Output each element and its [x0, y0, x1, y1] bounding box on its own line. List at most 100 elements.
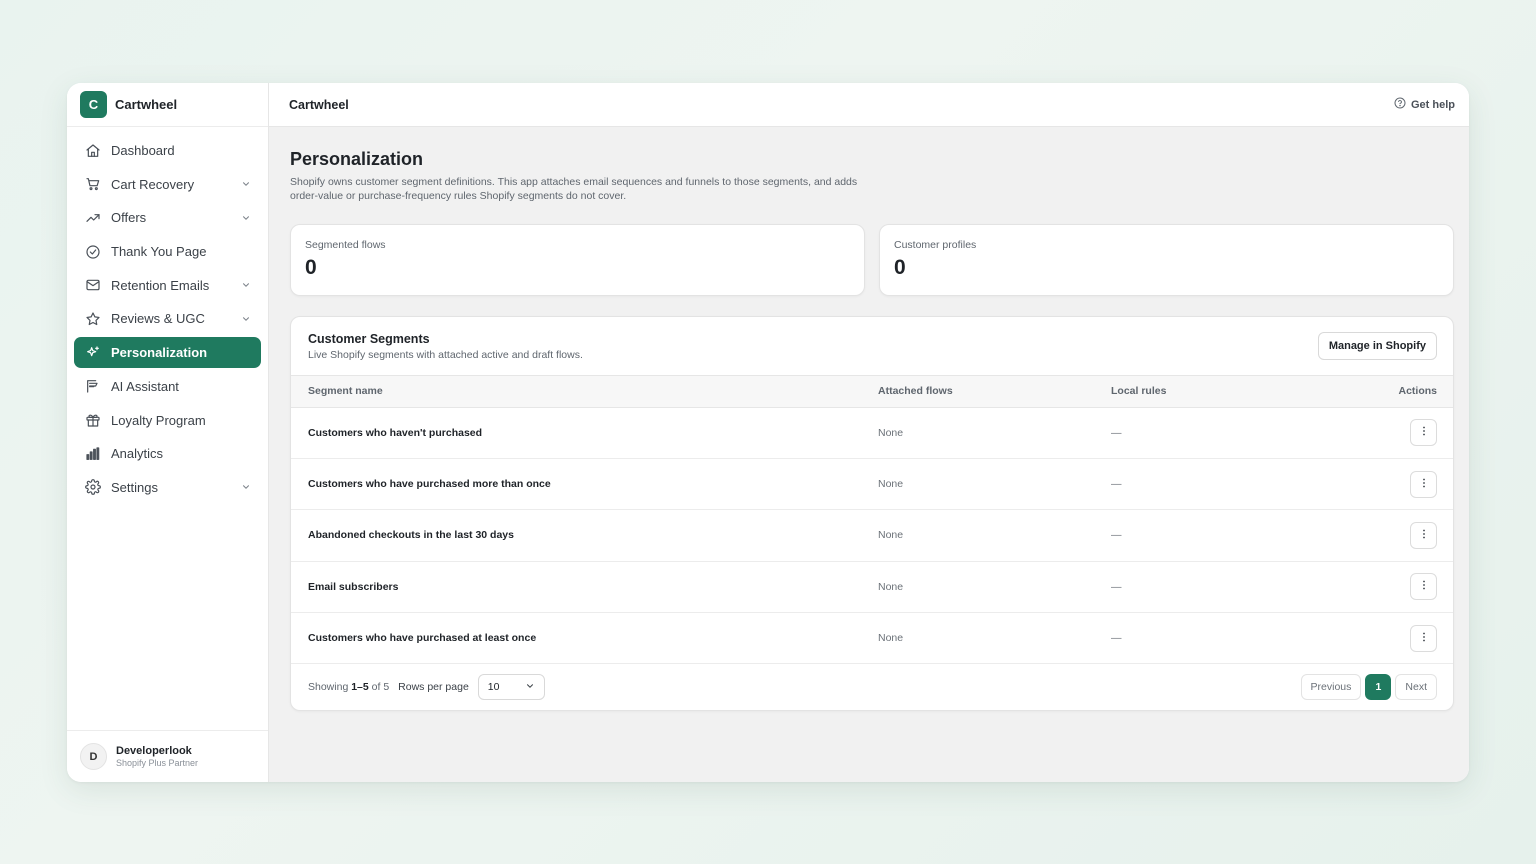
get-help-button[interactable]: Get help: [1394, 97, 1455, 112]
main-area: Cartwheel Get help Personalization Shopi…: [269, 83, 1469, 782]
sidebar-item-dashboard[interactable]: Dashboard: [74, 135, 261, 166]
pagination-summary: Showing 1–5 of 5 Rows per page 10: [308, 674, 545, 701]
sidebar-item-thank-you-page[interactable]: Thank You Page: [74, 236, 261, 267]
app-window: C Cartwheel Dashboard Cart Recovery Offers…: [67, 83, 1469, 782]
card-header: Customer Segments Live Shopify segments …: [291, 317, 1453, 376]
showing-text: Showing 1–5 of 5: [308, 681, 390, 694]
sidebar-item-personalization[interactable]: Personalization: [74, 337, 261, 369]
table-footer: Showing 1–5 of 5 Rows per page 10 Previo…: [291, 664, 1453, 710]
local-rules-cell: —: [1111, 509, 1311, 562]
brand-name: Cartwheel: [115, 97, 178, 112]
stats-row: Segmented flows 0 Customer profiles 0: [290, 224, 1454, 296]
help-circle-icon: [1394, 97, 1406, 112]
sidebar-item-analytics[interactable]: Analytics: [74, 438, 261, 469]
check-circle-icon: [84, 243, 101, 260]
stat-value: 0: [305, 256, 317, 279]
table-row: Customers who have purchased more than o…: [291, 458, 1453, 511]
rows-per-page-label: Rows per page: [398, 681, 469, 694]
pagination: Previous 1 Next: [1300, 674, 1437, 701]
row-actions-button[interactable]: [1410, 573, 1437, 601]
user-role: Shopify Plus Partner: [116, 758, 199, 768]
chevron-down-icon: [241, 179, 251, 189]
table-row: Customers who have purchased at least on…: [291, 612, 1453, 665]
more-vertical-icon: [1418, 631, 1430, 646]
row-actions-button[interactable]: [1410, 624, 1437, 652]
attached-flows-cell: None: [878, 407, 1111, 459]
actions-cell: [1311, 612, 1453, 665]
stat-card-customer-profiles: Customer profiles 0: [879, 224, 1454, 296]
sidebar-item-label: Reviews & UGC: [111, 311, 205, 327]
sidebar-item-label: Dashboard: [111, 143, 175, 158]
get-help-label: Get help: [1410, 98, 1455, 111]
sidebar-item-cart-recovery[interactable]: Cart Recovery: [74, 169, 261, 200]
mail-icon: [84, 277, 101, 294]
page-description: Shopify owns customer segment definition…: [290, 176, 858, 202]
attached-flows-cell: None: [878, 509, 1111, 562]
local-rules-cell: —: [1111, 458, 1311, 511]
segments-table: Segment name Attached flows Local rules …: [291, 376, 1453, 665]
sidebar-item-reviews-ugc[interactable]: Reviews & UGC: [74, 303, 261, 334]
manage-in-shopify-button[interactable]: Manage in Shopify: [1317, 332, 1437, 360]
page-title: Personalization: [290, 149, 424, 169]
rows-per-page-select[interactable]: 10: [477, 674, 545, 701]
sidebar-item-label: AI Assistant: [111, 378, 179, 394]
column-header-attached-flows: Attached flows: [878, 376, 1111, 408]
table-row: Customers who haven't purchased None —: [291, 407, 1453, 459]
sidebar-item-ai-assistant[interactable]: AI Assistant: [74, 371, 261, 402]
trending-up-icon: [84, 209, 101, 226]
sidebar-item-retention-emails[interactable]: Retention Emails: [74, 270, 261, 301]
attached-flows-cell: None: [878, 561, 1111, 614]
ai-assistant-icon: [84, 378, 101, 395]
next-page-button[interactable]: Next: [1395, 674, 1437, 701]
actions-cell: [1311, 407, 1453, 459]
star-icon: [84, 310, 101, 327]
attached-flows-cell: None: [878, 612, 1111, 665]
chevron-down-icon: [241, 482, 251, 492]
previous-page-button[interactable]: Previous: [1300, 674, 1362, 701]
sidebar-item-label: Settings: [111, 479, 158, 495]
segment-name-cell: Customers who have purchased more than o…: [291, 458, 878, 511]
attached-flows-cell: None: [878, 458, 1111, 511]
segment-name-cell: Customers who have purchased at least on…: [291, 612, 878, 665]
brand-logo: C: [80, 91, 107, 118]
brand[interactable]: C Cartwheel: [67, 83, 268, 127]
user-name: Developerlook: [116, 745, 192, 757]
actions-cell: [1311, 561, 1453, 614]
actions-cell: [1311, 509, 1453, 562]
gear-icon: [84, 479, 101, 496]
gift-icon: [84, 412, 101, 429]
topbar-title: Cartwheel: [289, 97, 349, 112]
chevron-down-icon: [525, 681, 535, 694]
sidebar-nav: Dashboard Cart Recovery Offers Thank You Pa…: [67, 127, 268, 730]
more-vertical-icon: [1418, 425, 1430, 440]
sparkle-icon: [84, 344, 101, 361]
sidebar-item-loyalty-program[interactable]: Loyalty Program: [74, 405, 261, 436]
card-title: Customer Segments: [308, 331, 430, 346]
sidebar-item-label: Analytics: [111, 446, 164, 462]
row-actions-button[interactable]: [1410, 419, 1437, 447]
sidebar-item-label: Retention Emails: [111, 277, 210, 293]
local-rules-cell: —: [1111, 612, 1311, 665]
row-actions-button[interactable]: [1410, 470, 1437, 498]
segment-name-cell: Email subscribers: [291, 561, 878, 614]
sidebar-item-settings[interactable]: Settings: [74, 472, 261, 503]
local-rules-cell: —: [1111, 407, 1311, 459]
stat-label: Customer profiles: [894, 239, 977, 251]
sidebar: C Cartwheel Dashboard Cart Recovery Offers…: [67, 83, 269, 782]
user-profile[interactable]: D Developerlook Shopify Plus Partner: [67, 730, 268, 782]
sidebar-item-offers[interactable]: Offers: [74, 202, 261, 233]
sidebar-item-label: Cart Recovery: [111, 176, 195, 192]
sidebar-item-label: Thank You Page: [111, 244, 207, 260]
more-vertical-icon: [1418, 528, 1430, 543]
chevron-down-icon: [241, 213, 251, 223]
stat-card-segmented-flows: Segmented flows 0: [290, 224, 865, 296]
row-actions-button[interactable]: [1410, 521, 1437, 549]
segment-name-cell: Abandoned checkouts in the last 30 days: [291, 509, 878, 562]
customer-segments-card: Customer Segments Live Shopify segments …: [290, 316, 1454, 712]
stat-label: Segmented flows: [305, 239, 386, 251]
page-1-button[interactable]: 1: [1365, 674, 1392, 701]
bar-chart-icon: [84, 445, 101, 462]
card-subtitle: Live Shopify segments with attached acti…: [308, 348, 583, 361]
column-header-local-rules: Local rules: [1111, 376, 1311, 408]
chevron-down-icon: [241, 280, 251, 290]
